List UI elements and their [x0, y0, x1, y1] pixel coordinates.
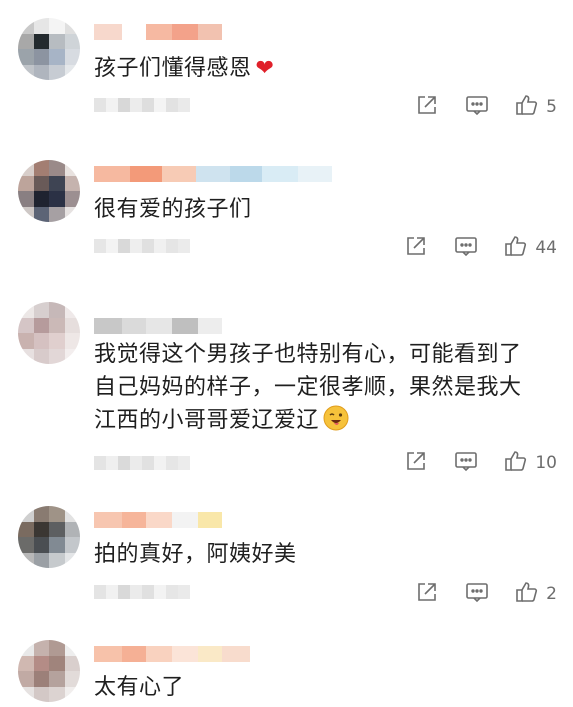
like-button[interactable]: 2: [514, 579, 557, 609]
comment-text: 很有爱的孩子们: [94, 193, 252, 226]
avatar[interactable]: [18, 506, 80, 568]
share-button[interactable]: [414, 92, 440, 122]
heart-emoji: ❤: [255, 56, 275, 81]
like-count: 5: [546, 97, 557, 117]
share-icon: [403, 233, 429, 263]
timestamp-redacted: [94, 239, 190, 255]
comment-text: 孩子们懂得感恩 ❤: [94, 52, 274, 85]
comment-text: 我觉得这个男孩子也特别有心，可能看到了 自己妈妈的样子，一定很孝顺，果然是我大 …: [94, 338, 522, 437]
comment-text-content: 很有爱的孩子们: [94, 197, 252, 222]
comment-actions: 5: [414, 93, 557, 121]
like-count: 2: [546, 584, 557, 604]
share-icon: [403, 448, 429, 478]
share-icon: [414, 92, 440, 122]
reply-button[interactable]: [453, 448, 479, 478]
share-icon: [414, 579, 440, 609]
thumbs-up-icon: [503, 448, 529, 478]
comment-text: 拍的真好，阿姨好美: [94, 538, 297, 571]
reply-button[interactable]: [464, 92, 490, 122]
thumbs-up-icon: [514, 579, 540, 609]
thumbs-up-icon: [503, 233, 529, 263]
comment-text-content: 太有心了: [94, 675, 185, 700]
like-button[interactable]: 10: [503, 448, 557, 478]
like-count: 10: [535, 453, 557, 473]
avatar[interactable]: [18, 302, 80, 364]
avatar[interactable]: [18, 18, 80, 80]
username-redacted[interactable]: [94, 510, 222, 530]
comment-icon: [464, 92, 490, 122]
avatar[interactable]: [18, 160, 80, 222]
like-button[interactable]: 5: [514, 92, 557, 122]
thumbs-up-icon: [514, 92, 540, 122]
timestamp-redacted: [94, 98, 190, 114]
comment-icon: [453, 448, 479, 478]
username-redacted[interactable]: [94, 316, 222, 336]
reply-button[interactable]: [453, 233, 479, 263]
comment-text: 太有心了: [94, 671, 184, 704]
timestamp-redacted: [94, 585, 190, 601]
comment-actions: 2: [414, 580, 557, 608]
share-button[interactable]: [414, 579, 440, 609]
comment-text-content: 我觉得这个男孩子也特别有心，可能看到了 自己妈妈的样子，一定很孝顺，果然是我大 …: [94, 342, 522, 433]
username-redacted[interactable]: [94, 164, 332, 184]
comment-actions: 10: [403, 449, 557, 477]
timestamp-redacted: [94, 456, 190, 472]
share-button[interactable]: [403, 233, 429, 263]
username-redacted[interactable]: [94, 644, 250, 664]
wink-emoji: [323, 405, 349, 431]
username-redacted[interactable]: [94, 22, 222, 42]
reply-button[interactable]: [464, 579, 490, 609]
comment-actions: 44: [403, 234, 557, 262]
like-button[interactable]: 44: [503, 233, 557, 263]
share-button[interactable]: [403, 448, 429, 478]
comment-text-content: 孩子们懂得感恩: [94, 56, 252, 81]
avatar[interactable]: [18, 640, 80, 702]
comment-text-content: 拍的真好，阿姨好美: [94, 542, 297, 567]
comment-icon: [453, 233, 479, 263]
comment-icon: [464, 579, 490, 609]
like-count: 44: [535, 238, 557, 258]
